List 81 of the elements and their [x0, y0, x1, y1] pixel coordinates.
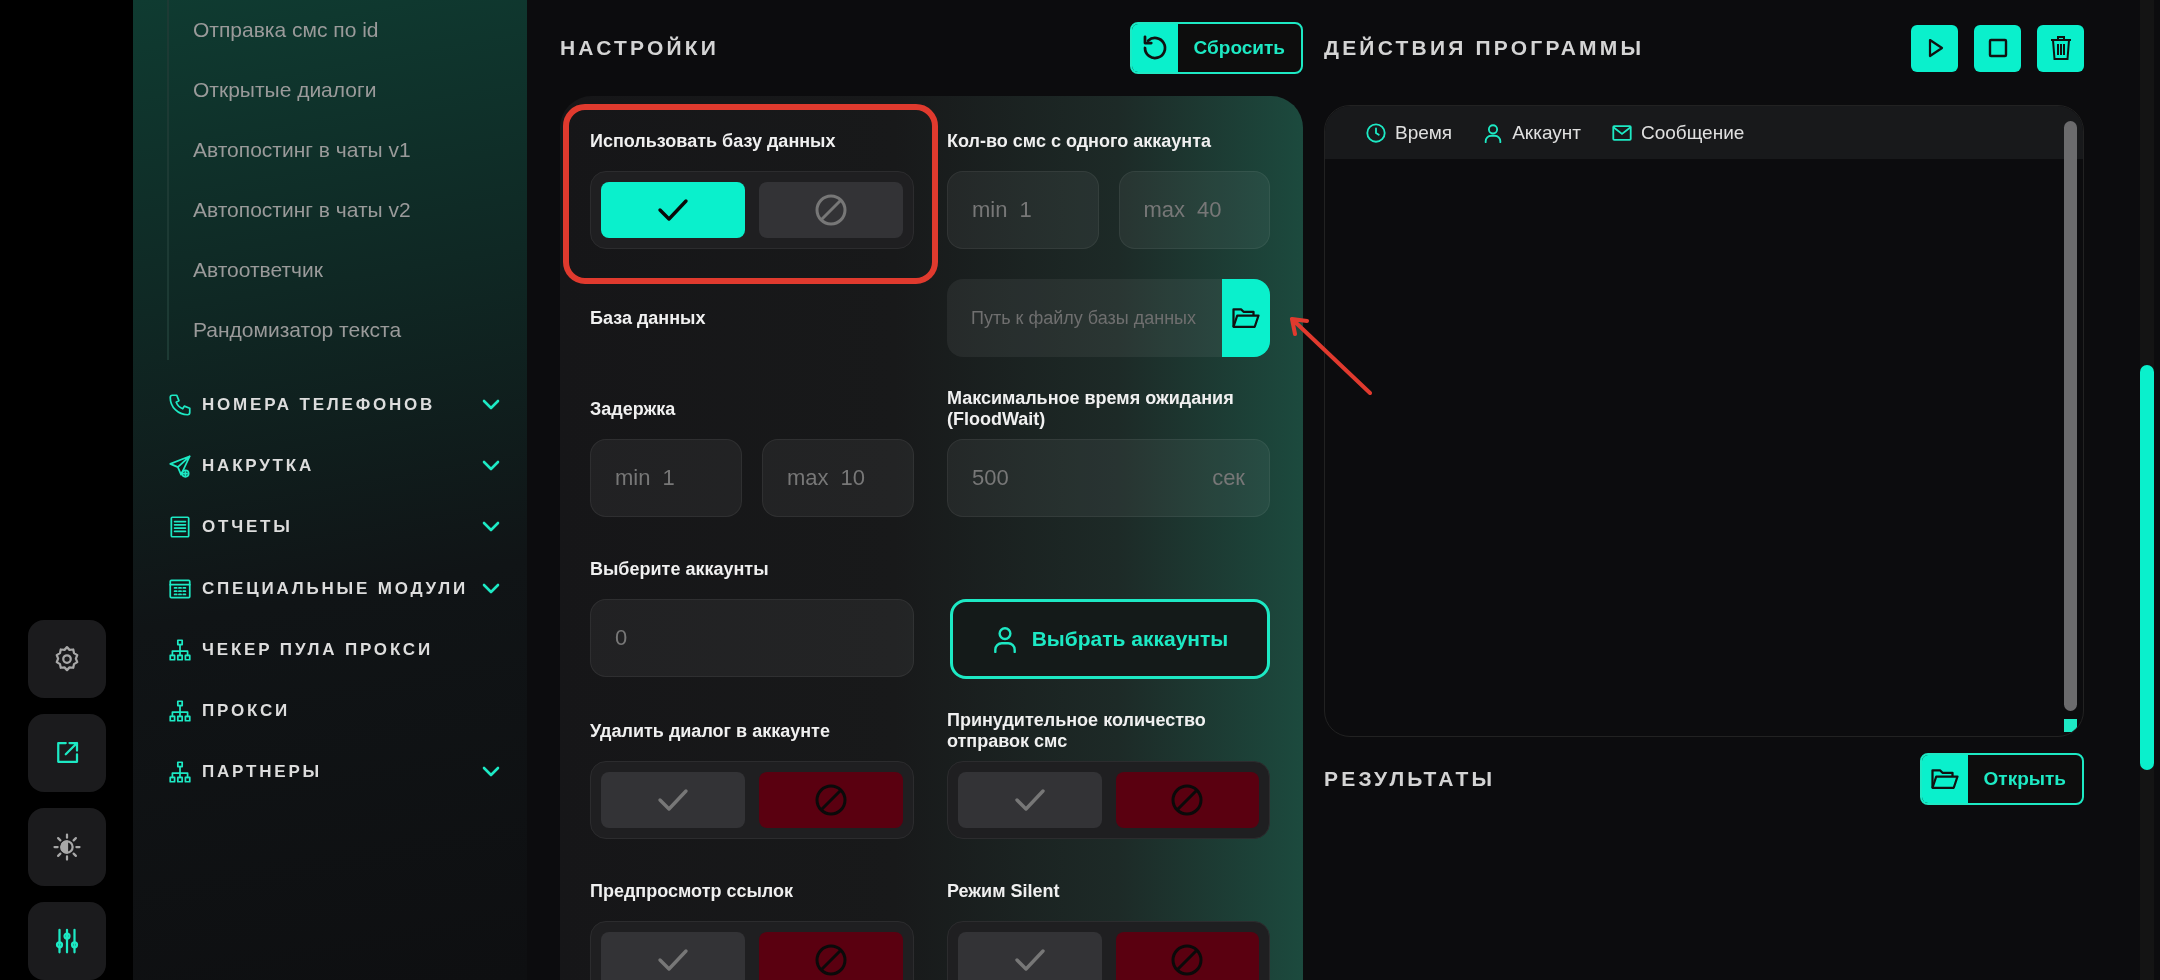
open-button[interactable]: Открыть [1919, 753, 2084, 805]
rail-button[interactable] [27, 808, 106, 886]
play-button[interactable] [1911, 24, 1958, 72]
no-toggle[interactable] [1115, 932, 1259, 980]
sidebar-section[interactable]: ОТЧЕТЫ [167, 496, 527, 558]
user-icon [991, 625, 1018, 653]
sidebar-section[interactable]: СПЕЦИАЛЬНЫЕ МОДУЛИ [167, 557, 527, 620]
check-icon [656, 787, 690, 813]
sidebar-item[interactable]: Автопостинг в чаты v1 [193, 120, 527, 180]
phone-icon [167, 391, 193, 418]
column-header: Время [1395, 121, 1453, 144]
sidebar-section[interactable]: ЧЕКЕР ПУЛА ПРОКСИ [167, 619, 527, 681]
report-icon [167, 514, 193, 541]
ban-icon [814, 783, 848, 817]
section-title: НАСТРОЙКИ [560, 36, 720, 60]
sidebar-item[interactable]: Отправка смс по id [193, 0, 527, 60]
stop-icon [1986, 37, 2009, 59]
clock-icon [1365, 121, 1387, 144]
no-toggle[interactable] [759, 182, 903, 238]
field-label: Принудительное количество отправок смс [947, 710, 1207, 752]
field-label: Режим Silent [947, 880, 1060, 902]
network-icon [167, 698, 193, 725]
rail-button[interactable] [27, 714, 106, 792]
reset-button[interactable]: Сбросить [1129, 22, 1303, 74]
network-icon [167, 636, 193, 663]
field-label: Максимальное время ожидания (FloodWait) [947, 388, 1235, 430]
ban-icon [1170, 943, 1205, 977]
theme-icon [51, 832, 82, 862]
ban-icon [814, 943, 848, 977]
field-label: Задержка [590, 398, 676, 420]
field-label: Кол-во смс с одного аккаунта [947, 130, 1211, 152]
check-icon [656, 947, 690, 973]
yes-toggle[interactable] [601, 182, 745, 238]
scrollbar[interactable] [2140, 0, 2154, 980]
send-plus-icon [167, 452, 193, 479]
scrollbar[interactable] [2064, 121, 2077, 711]
check-icon [656, 197, 690, 223]
field-label: Выберите аккаунты [590, 558, 769, 580]
rail-button[interactable] [27, 620, 106, 698]
column-header: Сообщение [1640, 121, 1745, 144]
no-toggle[interactable] [759, 932, 903, 980]
section-title: ДЕЙСТВИЯ ПРОГРАММЫ [1324, 36, 1645, 60]
browse-button[interactable] [1222, 279, 1270, 357]
yes-toggle[interactable] [958, 772, 1102, 828]
sidebar-section[interactable]: НОМЕРА ТЕЛЕФОНОВ [167, 374, 527, 436]
no-toggle[interactable] [759, 772, 903, 828]
min-field[interactable]: min 1 [590, 439, 742, 517]
field-label: Предпросмотр ссылок [590, 880, 794, 902]
yes-toggle[interactable] [958, 932, 1102, 980]
sidebar-item[interactable]: Открытые диалоги [193, 60, 527, 120]
sidebar-item[interactable]: Рандомизатор текста [193, 300, 527, 360]
max-field[interactable]: max 10 [762, 439, 914, 517]
rail-button[interactable] [27, 902, 106, 980]
field-label: Удалить диалог в аккаунте [590, 720, 830, 742]
sidebar-section[interactable]: ПАРТНЕРЫ [167, 741, 527, 804]
resize-handle[interactable] [2064, 719, 2077, 732]
check-icon [1012, 787, 1047, 813]
sidebar-section[interactable]: НАКРУТКА [167, 435, 527, 497]
ban-icon [1170, 783, 1205, 817]
no-toggle[interactable] [1115, 772, 1259, 828]
field-label: База данных [590, 307, 706, 329]
folder-icon [1929, 766, 1960, 792]
ban-icon [814, 193, 848, 227]
yes-toggle[interactable] [601, 772, 745, 828]
sidebar-item[interactable]: Автоответчик [193, 240, 527, 300]
delete-button[interactable] [2037, 24, 2084, 72]
field-label: Использовать базу данных [590, 130, 836, 152]
column-header: Аккаунт [1512, 121, 1581, 144]
section-title: РЕЗУЛЬТАТЫ [1324, 767, 1496, 791]
input-field[interactable]: 500 сек [947, 439, 1270, 517]
sidebar-item[interactable]: Автопостинг в чаты v2 [193, 180, 527, 240]
stop-button[interactable] [1974, 24, 2021, 72]
input-field[interactable]: 0 [590, 599, 914, 677]
folder-icon [1231, 305, 1261, 331]
trash-icon [2048, 35, 2073, 61]
sidebar-section[interactable]: ПРОКСИ [167, 680, 527, 742]
select-accounts-button[interactable]: Выбрать аккаунты [950, 599, 1270, 679]
network-icon [167, 759, 193, 786]
yes-toggle[interactable] [601, 932, 745, 980]
check-icon [1012, 947, 1047, 973]
min-field[interactable]: min 1 [947, 171, 1099, 249]
